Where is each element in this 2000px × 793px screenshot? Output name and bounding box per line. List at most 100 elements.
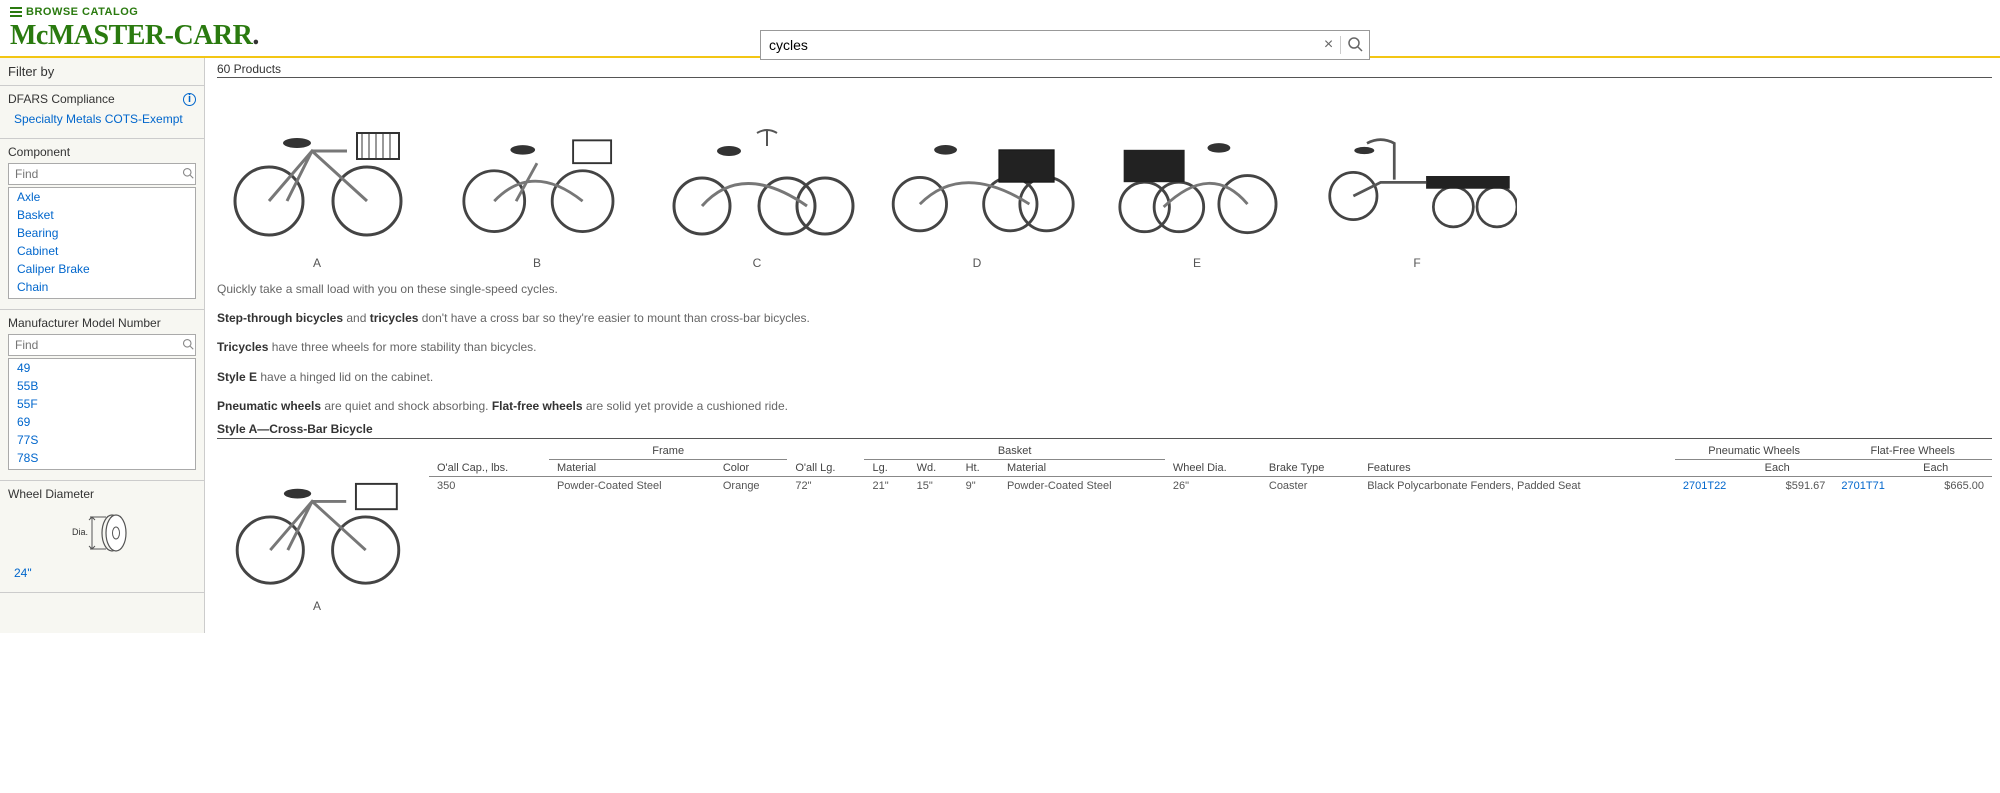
style-card-b[interactable]: B <box>437 86 637 270</box>
style-card-d[interactable]: D <box>877 86 1077 270</box>
bicycle-image <box>217 86 417 246</box>
browse-catalog-link[interactable]: BROWSE CATALOG <box>10 6 1990 18</box>
search-icon[interactable] <box>176 338 200 353</box>
style-label: F <box>1317 256 1517 270</box>
tricycle-image <box>877 86 1077 246</box>
list-item[interactable]: Cabinet <box>9 242 195 260</box>
description-tricycles: Tricycles have three wheels for more sta… <box>217 338 1992 357</box>
facet-title: Component <box>8 145 70 159</box>
th-each: Each <box>1757 459 1834 476</box>
list-item[interactable]: Basket <box>9 206 195 224</box>
cell-color: Orange <box>715 476 788 495</box>
search-input[interactable] <box>761 33 1317 57</box>
th-group-frame: Frame <box>549 443 787 460</box>
th-oall-lg: O'all Lg. <box>787 443 864 477</box>
style-label: A <box>313 599 321 613</box>
th-wheel-dia: Wheel Dia. <box>1165 443 1261 477</box>
style-card-a[interactable]: A <box>217 86 417 270</box>
product-table: O'all Cap., lbs. Frame O'all Lg. Basket … <box>429 443 1992 495</box>
style-label: E <box>1097 256 1297 270</box>
mfr-list[interactable]: 49 55B 55F 69 77S 78S 106 301M <box>8 358 196 470</box>
cell-wd: 15" <box>909 476 958 495</box>
filter-by-header: Filter by <box>0 58 204 86</box>
th-each: Each <box>1915 459 1992 476</box>
cell-cap: 350 <box>429 476 549 495</box>
component-find-input[interactable] <box>9 164 176 184</box>
list-item[interactable]: 55B <box>9 377 195 395</box>
list-item[interactable]: 49 <box>9 359 195 377</box>
th-brake-type: Brake Type <box>1261 443 1359 477</box>
style-gallery: A B <box>217 86 1992 270</box>
description-wheels: Pneumatic wheels are quiet and shock abs… <box>217 397 1992 416</box>
cell-brake-type: Coaster <box>1261 476 1359 495</box>
browse-catalog-label: BROWSE CATALOG <box>26 6 138 18</box>
style-label: A <box>217 256 417 270</box>
list-item[interactable]: Axle <box>9 188 195 206</box>
cell-material: Powder-Coated Steel <box>549 476 715 495</box>
info-icon[interactable]: i <box>183 93 196 106</box>
list-item[interactable]: Bearing <box>9 224 195 242</box>
facet-mfr: Manufacturer Model Number 49 55B 55F 69 … <box>0 310 204 481</box>
facet-title: DFARS Compliance <box>8 92 115 106</box>
search-icon[interactable] <box>176 167 200 182</box>
list-item[interactable]: Chain <box>9 278 195 296</box>
th-group-flatfree: Flat-Free Wheels <box>1833 443 1992 460</box>
style-label: C <box>657 256 857 270</box>
cell-features: Black Polycarbonate Fenders, Padded Seat <box>1359 476 1675 495</box>
part-number-link[interactable]: 2701T22 <box>1683 480 1726 492</box>
th-lg: Lg. <box>864 459 908 476</box>
style-card-c[interactable]: C <box>657 86 857 270</box>
facet-title: Manufacturer Model Number <box>8 316 161 330</box>
facet-title: Wheel Diameter <box>8 487 94 501</box>
th-wd: Wd. <box>909 459 958 476</box>
search-bar: × <box>760 30 1370 60</box>
facet-item[interactable]: 24" <box>8 564 196 582</box>
search-icon[interactable] <box>1341 36 1369 55</box>
list-item[interactable]: 77S <box>9 431 195 449</box>
description-style-e: Style E have a hinged lid on the cabinet… <box>217 368 1992 387</box>
tricycle-image <box>1097 86 1297 246</box>
facet-item[interactable]: Specialty Metals COTS-Exempt <box>8 110 196 128</box>
th-group-pneumatic: Pneumatic Wheels <box>1675 443 1834 460</box>
sidebar: Filter by DFARS Compliance i Specialty M… <box>0 58 205 633</box>
list-item[interactable]: Caliper Brake <box>9 260 195 278</box>
product-count: 60 Products <box>217 60 1992 78</box>
part-number-link[interactable]: 2701T71 <box>1841 480 1884 492</box>
content-area: 60 Products A <box>205 58 2000 633</box>
th-material: Material <box>549 459 715 476</box>
cell-ht: 9" <box>958 476 999 495</box>
list-item[interactable]: Chainguard <box>9 296 195 299</box>
cell-basket-material: Powder-Coated Steel <box>999 476 1165 495</box>
cell-olg: 72" <box>787 476 864 495</box>
description-stepthrough: Step-through bicycles and tricycles don'… <box>217 309 1992 328</box>
cell-price: $591.67 <box>1757 476 1834 495</box>
th-basket-material: Material <box>999 459 1165 476</box>
wheel-diagram: Dia. <box>8 505 196 564</box>
list-item[interactable]: 106 <box>9 467 195 470</box>
cell-price: $665.00 <box>1915 476 1992 495</box>
component-list[interactable]: Axle Basket Bearing Cabinet Caliper Brak… <box>8 187 196 299</box>
style-a-image: A <box>217 443 417 613</box>
style-label: D <box>877 256 1077 270</box>
th-group-basket: Basket <box>864 443 1164 460</box>
style-label: B <box>437 256 637 270</box>
bicycle-image <box>437 86 637 246</box>
facet-wheel-diameter: Wheel Diameter Dia. 24" <box>0 481 204 593</box>
clear-icon[interactable]: × <box>1317 36 1341 54</box>
svg-text:Dia.: Dia. <box>72 527 88 537</box>
th-cap: O'all Cap., lbs. <box>429 443 549 477</box>
th-ht: Ht. <box>958 459 999 476</box>
style-card-f[interactable]: F <box>1317 86 1517 270</box>
th-color: Color <box>715 459 788 476</box>
list-item[interactable]: 55F <box>9 395 195 413</box>
facet-dfars: DFARS Compliance i Specialty Metals COTS… <box>0 86 204 139</box>
description-intro: Quickly take a small load with you on th… <box>217 280 1992 299</box>
list-item[interactable]: 78S <box>9 449 195 467</box>
facet-component: Component Axle Basket Bearing Cabinet Ca… <box>0 139 204 310</box>
th-features: Features <box>1359 443 1675 477</box>
hamburger-icon <box>10 7 22 17</box>
mfr-find-input[interactable] <box>9 335 176 355</box>
list-item[interactable]: 69 <box>9 413 195 431</box>
style-card-e[interactable]: E <box>1097 86 1297 270</box>
style-a-heading: Style A—Cross-Bar Bicycle <box>217 422 1992 439</box>
